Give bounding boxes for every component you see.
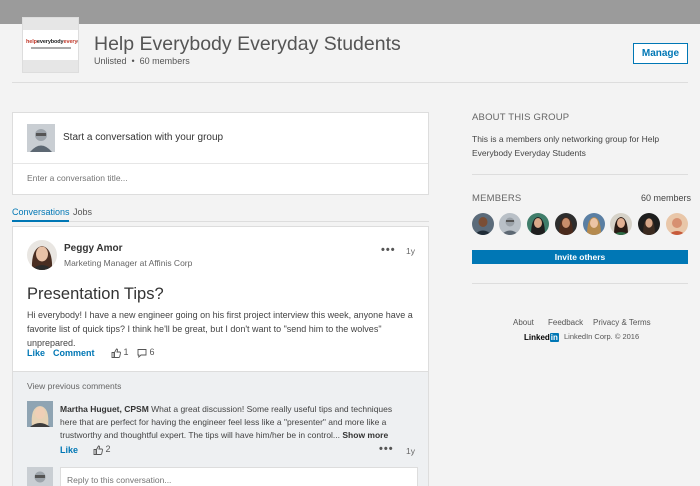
conversation-composer: Start a conversation with your group xyxy=(12,112,429,195)
manage-button[interactable]: Manage xyxy=(633,43,688,64)
comment-more-options[interactable]: ••• xyxy=(379,443,394,455)
show-more-link[interactable]: Show more xyxy=(342,430,388,440)
comment-timestamp: 1y xyxy=(406,446,415,456)
linkedin-logo-icon: Linkedin xyxy=(524,332,559,342)
about-group-heading: ABOUT THIS GROUP xyxy=(472,112,570,123)
tab-conversations[interactable]: Conversations xyxy=(12,207,70,217)
composer-prompt[interactable]: Start a conversation with your group xyxy=(63,132,223,143)
copyright: Linkedin LinkedIn Corp. © 2016 xyxy=(524,332,639,342)
footer-link-feedback[interactable]: Feedback xyxy=(548,318,583,327)
tab-divider xyxy=(12,221,429,222)
logo-text-everybody: everybody xyxy=(36,39,64,45)
member-avatar[interactable] xyxy=(638,213,660,235)
likes-count[interactable]: 1 xyxy=(111,347,129,358)
likes-count-value: 1 xyxy=(123,347,129,357)
commenter-name[interactable]: Martha Huguet, CPSM xyxy=(60,404,149,414)
author-name[interactable]: Peggy Amor xyxy=(64,243,123,254)
about-group-description: This is a members only networking group … xyxy=(472,134,660,158)
copyright-text: LinkedIn Corp. © 2016 xyxy=(563,332,640,341)
logo-text-every: every xyxy=(63,39,78,45)
thumbs-up-icon xyxy=(93,445,103,455)
tab-jobs[interactable]: Jobs xyxy=(73,207,92,217)
user-avatar xyxy=(27,467,53,486)
post-more-options[interactable]: ••• xyxy=(381,244,396,256)
post-title[interactable]: Presentation Tips? xyxy=(27,285,164,304)
conversation-post: Peggy Amor Marketing Manager at Affinis … xyxy=(12,226,429,486)
member-avatar[interactable] xyxy=(555,213,577,235)
post-timestamp: 1y xyxy=(406,246,415,256)
member-avatars xyxy=(472,213,688,235)
members-heading: MEMBERS xyxy=(472,193,522,204)
active-tab-indicator xyxy=(12,220,69,222)
comment-bubble-icon xyxy=(137,348,147,358)
group-title: Help Everybody Everyday Students xyxy=(94,33,401,55)
linkedin-logo-in: in xyxy=(549,332,559,342)
logo-text-help: help xyxy=(26,39,37,45)
comment-text: Martha Huguet, CPSM What a great discuss… xyxy=(60,403,400,442)
logo-band xyxy=(23,18,78,30)
member-avatar[interactable] xyxy=(527,213,549,235)
member-avatar[interactable] xyxy=(610,213,632,235)
group-meta: Unlisted • 60 members xyxy=(94,56,190,66)
group-visibility: Unlisted xyxy=(94,56,127,66)
view-previous-comments-link[interactable]: View previous comments xyxy=(27,381,121,391)
conversation-title-input[interactable] xyxy=(27,173,417,183)
user-avatar xyxy=(27,124,55,152)
author-headline: Marketing Manager at Affinis Corp xyxy=(64,258,193,268)
member-avatar[interactable] xyxy=(583,213,605,235)
composer-divider xyxy=(13,163,428,164)
logo-wordmark: helpeverybodyeveryday xyxy=(26,39,78,45)
post-body: Hi everybody! I have a new engineer goin… xyxy=(27,310,413,348)
logo-tagline xyxy=(31,47,71,49)
linkedin-logo-word: Linked xyxy=(524,332,550,342)
sidebar-divider xyxy=(472,283,688,284)
like-button[interactable]: Like xyxy=(27,348,45,358)
footer-link-about[interactable]: About xyxy=(513,318,534,327)
commenter-avatar[interactable] xyxy=(27,401,53,427)
comment-likes-value: 2 xyxy=(105,444,111,454)
logo-text-day: day xyxy=(77,39,78,45)
header-divider xyxy=(12,82,688,83)
member-avatar[interactable] xyxy=(666,213,688,235)
comment-likes-count[interactable]: 2 xyxy=(93,444,111,455)
invite-others-button[interactable]: Invite others xyxy=(472,250,688,264)
group-logo[interactable]: helpeverybodyeveryday xyxy=(22,17,79,73)
member-avatar[interactable] xyxy=(499,213,521,235)
members-count-link[interactable]: 60 members xyxy=(641,193,691,203)
comments-section: View previous comments Martha Huguet, CP… xyxy=(13,371,428,486)
top-nav-bar xyxy=(0,0,700,24)
sidebar-divider xyxy=(472,174,688,175)
author-avatar[interactable] xyxy=(27,240,57,270)
comment-button[interactable]: Comment xyxy=(53,348,95,358)
comments-count[interactable]: 6 xyxy=(137,347,155,358)
comment-like-button[interactable]: Like xyxy=(60,445,78,455)
footer-link-privacy-terms[interactable]: Privacy & Terms xyxy=(593,318,651,327)
comments-count-value: 6 xyxy=(149,347,155,357)
meta-separator: • xyxy=(131,56,135,66)
group-member-count[interactable]: 60 members xyxy=(140,56,190,66)
thumbs-up-icon xyxy=(111,348,121,358)
logo-band xyxy=(23,60,78,72)
member-avatar[interactable] xyxy=(472,213,494,235)
reply-input[interactable] xyxy=(67,475,407,485)
reply-box xyxy=(60,467,418,486)
